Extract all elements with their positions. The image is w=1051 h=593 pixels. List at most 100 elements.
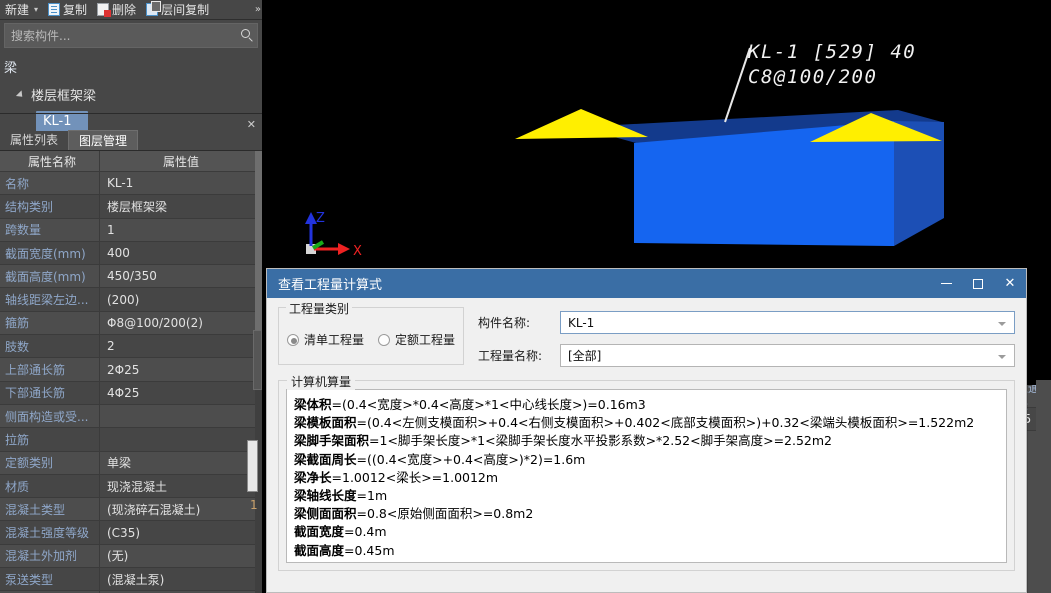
property-value-cell[interactable] [100, 405, 255, 427]
layer-copy-icon [146, 1, 162, 16]
quantity-category-legend: 工程量类别 [286, 300, 353, 317]
chevron-down-icon[interactable] [998, 322, 1006, 326]
table-row[interactable]: 材质 现浇混凝土 [0, 474, 255, 499]
maximize-button[interactable] [962, 269, 994, 298]
property-value-cell[interactable]: (现浇碎石混凝土) [100, 498, 255, 520]
chevron-down-icon[interactable] [998, 355, 1006, 359]
toolbar-delete-label: 删除 [112, 3, 137, 17]
calculation-line[interactable]: 截面面积=(0.4<宽度>*0.4<高度>)=0.16m2 [294, 560, 1006, 562]
property-value-cell[interactable]: 单梁 [100, 452, 255, 474]
dialog-title-bar[interactable]: 查看工程量计算式 ✕ [267, 269, 1026, 298]
tree-node-label: 楼层框架梁 [31, 89, 97, 104]
calculation-line[interactable]: 截面宽度=0.4m [294, 523, 1006, 541]
table-row[interactable]: 截面高度(mm) 450/350 [0, 265, 255, 289]
toolbar-copy-button[interactable]: 复制 [43, 0, 92, 20]
table-row[interactable]: 混凝土类型 (现浇碎石混凝土) [0, 498, 255, 522]
property-value-cell[interactable]: (C35) [100, 521, 255, 543]
radio-norm-quantity[interactable]: 定额工程量 [378, 331, 455, 348]
expand-triangle-icon[interactable] [15, 89, 26, 100]
tab-layer-management[interactable]: 图层管理 [68, 130, 139, 150]
property-value-cell[interactable]: 4Φ25 [100, 382, 255, 404]
calculation-line-expression: =(0.4<左侧支模面积>+0.4<右侧支模面积>+0.402<底部支模面积>)… [356, 415, 975, 431]
quantity-name-select[interactable]: [全部] [560, 344, 1015, 367]
table-row[interactable]: 侧面构造或受... [0, 404, 255, 429]
table-row[interactable]: 箍筋 Φ8@100/200(2) [0, 311, 255, 336]
minimize-button[interactable] [930, 269, 962, 298]
tree-root-label[interactable]: 梁 [0, 54, 262, 81]
table-row[interactable]: 跨数量 1 [0, 218, 255, 242]
property-value-cell[interactable]: 2Φ25 [100, 358, 255, 380]
viewport-annotation: KL-1 [529] 40 C8@100/200 [748, 40, 916, 90]
toolbar-delete-button[interactable]: 删除 [92, 0, 141, 20]
calculation-line-expression: =(0.4<宽度>*0.4<高度>)=0.16m2 [344, 561, 561, 562]
property-rows-container: 名称 KL-1 结构类别 楼层框架梁 跨数量 1 截面宽度(mm) 400 截面高度(mm) 45… [0, 172, 255, 593]
delete-icon [97, 3, 112, 17]
chevron-down-icon[interactable]: ▾ [34, 5, 38, 14]
dialog-field-column: 构件名称: KL-1 工程量名称: [全部] [478, 307, 1015, 367]
table-row[interactable]: 结构类别 楼层框架梁 [0, 195, 255, 219]
toolbar-layer-copy-button[interactable]: 层间复制 [141, 0, 214, 20]
close-icon: ✕ [1004, 276, 1016, 291]
component-name-select[interactable]: KL-1 [560, 311, 1015, 334]
calculation-lines-container: 梁体积=(0.4<宽度>*0.4<高度>*1<中心线长度>)=0.16m3 梁模板… [294, 396, 1006, 562]
table-row[interactable]: 定额类别 单梁 [0, 451, 255, 475]
radio-unselected-icon[interactable] [378, 333, 391, 346]
property-name-cell: 跨数量 [0, 218, 100, 241]
property-value-cell[interactable]: 楼层框架梁 [100, 195, 255, 217]
minimize-icon [940, 282, 952, 285]
table-header-row: 属性名称 属性值 [0, 151, 255, 172]
calculation-line[interactable]: 梁模板面积=(0.4<左侧支模面积>+0.4<右侧支模面积>+0.402<底部支… [294, 414, 1006, 432]
calculation-line[interactable]: 截面高度=0.45m [294, 542, 1006, 560]
table-row[interactable]: 轴线距梁左边... (200) [0, 288, 255, 312]
header-property-name: 属性名称 [0, 151, 100, 171]
tab-property-list[interactable]: 属性列表 [0, 130, 68, 150]
property-value-cell[interactable]: Φ8@100/200(2) [100, 312, 255, 334]
toolbar-new-button[interactable]: 新建 ▾ [0, 0, 43, 20]
svg-text:Z: Z [316, 211, 325, 226]
close-icon[interactable]: ✕ [247, 118, 256, 131]
close-button[interactable]: ✕ [994, 269, 1026, 298]
property-value-cell[interactable]: 2 [100, 335, 255, 357]
table-row[interactable]: 泵送类型 (混凝土泵) [0, 568, 255, 592]
table-row[interactable]: 名称 KL-1 [0, 172, 255, 196]
calculation-line[interactable]: 梁体积=(0.4<宽度>*0.4<高度>*1<中心线长度>)=0.16m3 [294, 396, 1006, 414]
calculation-line[interactable]: 梁脚手架面积=1<脚手架长度>*1<梁脚手架长度水平投影系数>*2.52<脚手架… [294, 432, 1006, 450]
panel-collapse-handle-top[interactable] [253, 330, 262, 390]
search-input[interactable]: 搜索构件... [4, 23, 258, 48]
radio-bill-quantity[interactable]: 清单工程量 [287, 331, 364, 348]
calculation-line-expression: =1<脚手架长度>*1<梁脚手架长度水平投影系数>*2.52<脚手架高度>=2.… [369, 433, 833, 449]
radio-selected-icon[interactable] [287, 333, 299, 346]
header-property-value: 属性值 [100, 151, 255, 171]
property-value-cell[interactable]: (无) [100, 545, 255, 567]
table-row[interactable]: 肢数 2 [0, 335, 255, 359]
calculation-line[interactable]: 梁侧面面积=0.8<原始侧面面积>=0.8m2 [294, 505, 1006, 523]
table-row[interactable]: 拉筋 [0, 428, 255, 452]
property-value-cell[interactable]: KL-1 [100, 172, 255, 194]
calculation-formula-list[interactable]: 梁体积=(0.4<宽度>*0.4<高度>*1<中心线长度>)=0.16m3 梁模板… [286, 389, 1007, 563]
property-value-cell[interactable]: 450/350 [100, 265, 255, 287]
calculation-line[interactable]: 梁净长=1.0012<梁长>=1.0012m [294, 469, 1006, 487]
calculation-line[interactable]: 梁轴线长度=1m [294, 487, 1006, 505]
calculation-line[interactable]: 梁截面周长=((0.4<宽度>+0.4<高度>)*2)=1.6m [294, 451, 1006, 469]
quantity-category-group: 工程量类别 清单工程量 定额工程量 [278, 300, 464, 365]
property-value-cell[interactable]: 400 [100, 242, 255, 264]
property-value-cell[interactable]: 1 [100, 219, 255, 241]
toolbar-overflow-icon[interactable]: » [255, 4, 261, 15]
property-value-cell[interactable]: 现浇混凝土 [100, 475, 255, 497]
search-icon[interactable] [241, 29, 250, 38]
scrollbar-thumb[interactable] [255, 151, 262, 351]
table-row[interactable]: 上部通长筋 2Φ25 [0, 358, 255, 382]
property-value-cell[interactable]: (200) [100, 288, 255, 310]
property-value-cell[interactable]: (混凝土泵) [100, 568, 255, 590]
property-name-cell: 上部通长筋 [0, 358, 100, 381]
tree-node-frame-beam[interactable]: 楼层框架梁 [0, 81, 262, 108]
quantity-formula-dialog: 查看工程量计算式 ✕ 工程量类别 清单工程量 定额工程量 构件名称: KL-1 … [266, 268, 1027, 593]
table-row[interactable]: 下部通长筋 4Φ25 [0, 381, 255, 405]
dialog-title-text: 查看工程量计算式 [278, 278, 383, 293]
table-row[interactable]: 截面宽度(mm) 400 [0, 241, 255, 266]
splitter-handle[interactable] [247, 440, 258, 492]
property-value-cell[interactable] [100, 428, 255, 450]
table-row[interactable]: 混凝土强度等级 (C35) [0, 521, 255, 545]
dialog-top-row: 工程量类别 清单工程量 定额工程量 构件名称: KL-1 工程量名称: [全部] [278, 300, 1015, 367]
table-row[interactable]: 混凝土外加剂 (无) [0, 544, 255, 569]
